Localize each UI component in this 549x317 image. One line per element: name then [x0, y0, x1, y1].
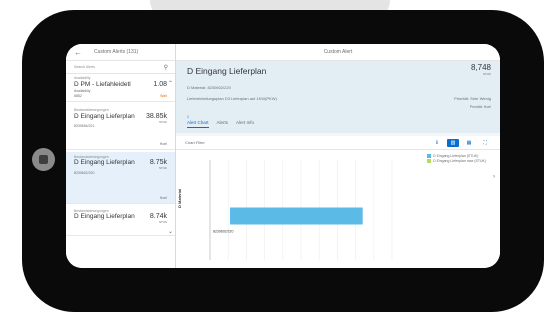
tab-alert-info[interactable]: Alert Info	[236, 120, 254, 128]
item-title: D PM - Liefahleidetl	[74, 81, 131, 88]
home-button[interactable]	[32, 148, 55, 171]
app-screen: ← Custom Alerts (131) Search Alerts ⚲ Av…	[66, 44, 500, 268]
master-group-1: Bestandsbewegungen D Eingang Lieferplan …	[66, 106, 175, 150]
object-attribute: Liefereinteilungsplan D3 Lieferplan auf …	[187, 96, 277, 101]
chart-legend: D Eingang Lieferplan (STUK) D Eingang Li…	[427, 154, 486, 164]
bar-chart: 8230602/220	[209, 160, 393, 260]
fullscreen-icon[interactable]: ⛶	[479, 139, 491, 147]
legend-label: D Eingang Lieferplan (STUK)	[433, 154, 479, 158]
legend-item[interactable]: D Eingang Lieferplan (STUK)	[427, 154, 486, 158]
status-tag: Hoel	[159, 142, 167, 146]
back-arrow-icon[interactable]: ←	[74, 48, 82, 57]
master-list: ← Custom Alerts (131) Search Alerts ⚲ Av…	[66, 44, 176, 268]
object-status: Priorität: Sehr Wenig	[454, 96, 491, 101]
master-group-3: Bestandsbewegungen D Eingang Lieferplan …	[66, 206, 175, 236]
bar-chart-icon[interactable]: ▧	[447, 138, 459, 147]
list-item[interactable]: D Eingang Lieferplan 38.85k STUK 8230694…	[66, 112, 175, 150]
detail-title-bar: Custom Alert	[176, 44, 500, 61]
legend-label: D Eingang Lieferplan max (STUK)	[433, 159, 486, 163]
master-group-0: Availability D PM - Liefahleidetl 1.08 A…	[66, 74, 175, 102]
chart-filter-label: Chart Filter	[185, 140, 205, 145]
y-axis-label: D Material	[177, 188, 182, 208]
table-icon[interactable]: ▦	[463, 139, 475, 147]
tab-alerts[interactable]: Alerts	[217, 120, 229, 128]
master-group-2: Bestandsbewegungen D Eingang Lieferplan …	[66, 152, 175, 204]
search-placeholder: Search Alerts	[74, 65, 95, 69]
item-title: D Eingang Lieferplan	[74, 159, 135, 166]
item-unit: STUK	[158, 220, 167, 224]
item-sub: 8882	[74, 94, 82, 98]
info-icon[interactable]: ℹ	[431, 139, 443, 147]
detail-page: Custom Alert D Eingang Lieferplan 8,748 …	[176, 44, 500, 268]
list-item[interactable]: D PM - Liefahleidetl 1.08 Availability 8…	[66, 80, 175, 102]
object-number: 8,748	[470, 63, 491, 72]
status-tag: Wait	[160, 94, 167, 98]
item-value: 38.85k	[145, 113, 167, 120]
legend-swatch	[427, 154, 432, 158]
item-title: D Eingang Lieferplan	[74, 213, 135, 220]
item-title: D Eingang Lieferplan	[74, 113, 135, 120]
legend-item[interactable]: D Eingang Lieferplan max (STUK)	[427, 159, 486, 163]
object-status: Priorität: Hoel	[469, 105, 491, 109]
legend-swatch	[427, 159, 432, 163]
chart-container: Chart Filter ℹ ▧ ▦ ⛶ 8230602/220 D Mater…	[176, 136, 500, 268]
bar-0[interactable]	[230, 207, 363, 225]
item-unit: STUK	[158, 166, 167, 170]
object-title: D Eingang Lieferplan	[187, 66, 267, 76]
chevron-down-icon[interactable]: ⌄	[168, 228, 173, 235]
icon-tab-bar: Alert Chart Alerts Alert Info	[187, 120, 254, 128]
chevron-right-icon[interactable]: ›	[493, 174, 495, 180]
chart-toolbar: Chart Filter ℹ ▧ ▦ ⛶	[176, 136, 500, 150]
object-unit: STUK	[482, 72, 491, 76]
item-sub: Availability	[74, 89, 91, 93]
search-icon[interactable]: ⚲	[164, 64, 168, 71]
tab-alert-chart[interactable]: Alert Chart	[187, 120, 209, 128]
status-tag: Hoel	[159, 196, 167, 200]
item-value: 8.75k	[149, 159, 167, 166]
item-sub: 8230694/221	[74, 124, 95, 128]
search-field[interactable]: Search Alerts ⚲	[66, 61, 175, 74]
object-header: D Eingang Lieferplan 8,748 STUK D Materi…	[176, 61, 500, 133]
detail-page-title: Custom Alert	[323, 49, 353, 55]
object-attribute: D Material: 8230602/220	[187, 85, 231, 90]
master-title: Custom Alerts (131)	[94, 49, 139, 55]
item-value: 1.08	[153, 81, 167, 88]
item-unit: STUK	[158, 120, 167, 124]
chevron-up-icon[interactable]: ⌃	[168, 80, 173, 87]
tab-count: 1	[187, 115, 189, 119]
category-label: 8230602/220	[213, 230, 233, 234]
list-item[interactable]: Bestandsbewegungen D Eingang Lieferplan …	[66, 206, 175, 236]
list-item-selected[interactable]: Bestandsbewegungen D Eingang Lieferplan …	[66, 152, 175, 204]
item-value: 8.74k	[149, 213, 167, 220]
item-sub: 8230602/220	[74, 171, 95, 175]
master-header: ← Custom Alerts (131)	[66, 44, 175, 61]
